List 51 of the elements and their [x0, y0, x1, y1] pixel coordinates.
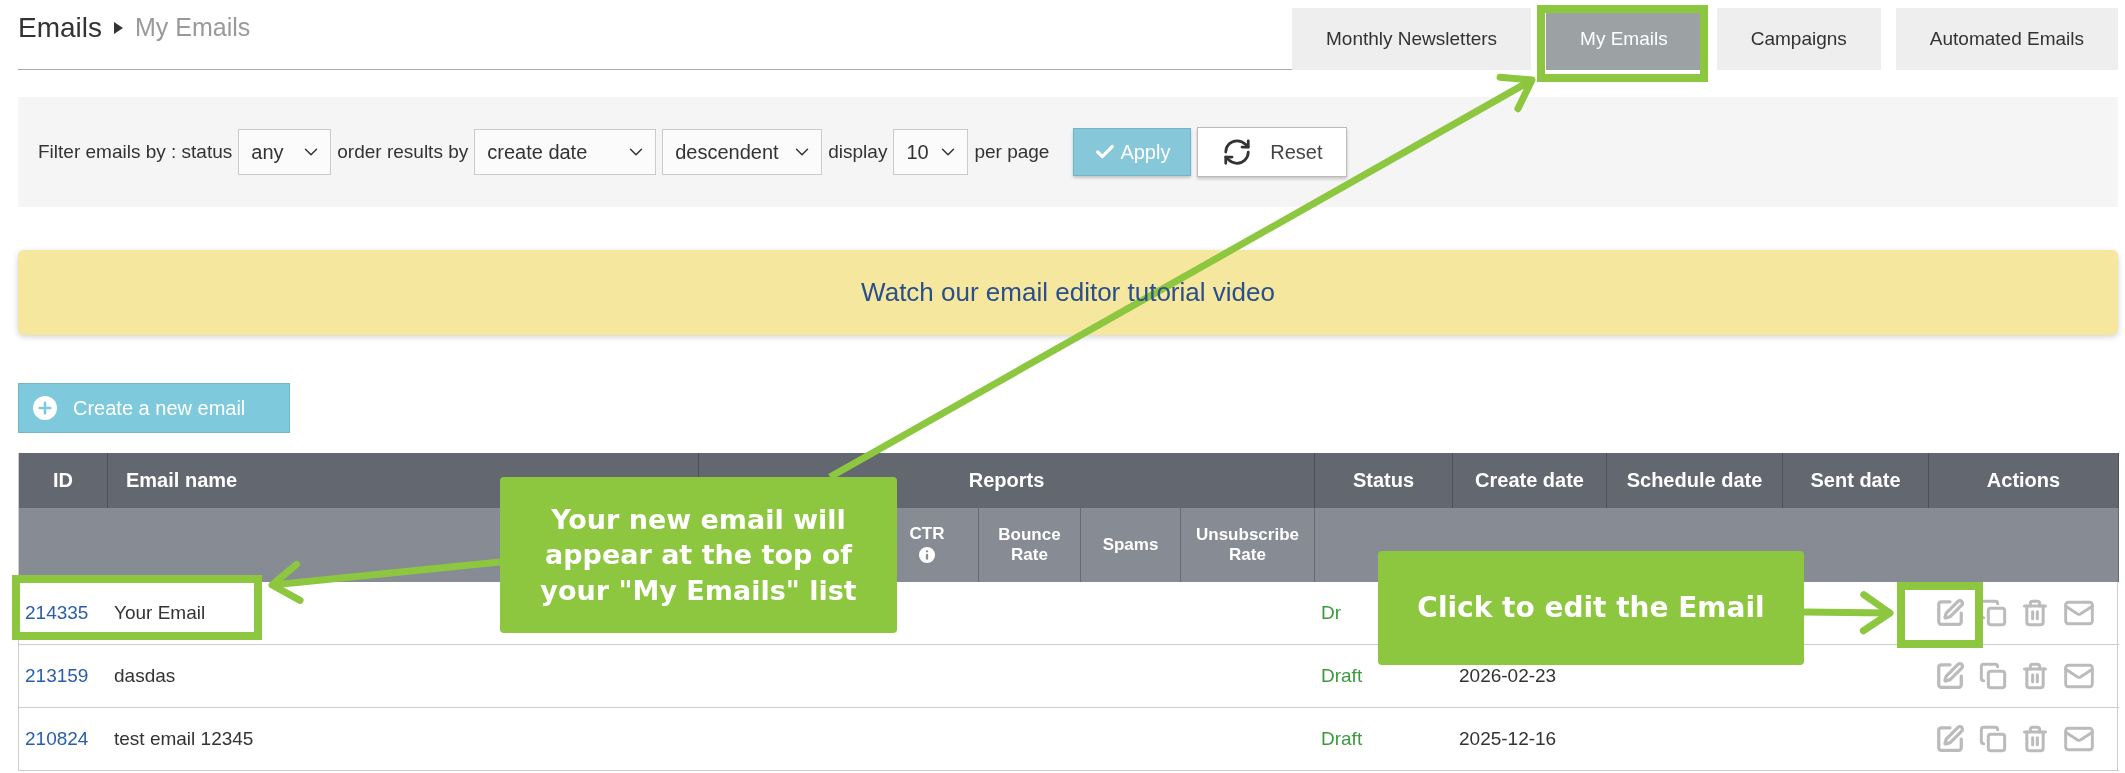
per-page-select[interactable]: 10 — [893, 129, 969, 175]
email-name: test email 12345 — [114, 728, 254, 750]
tab[interactable]: Monthly Newsletters — [1292, 8, 1532, 70]
email-name: dasdas — [114, 665, 176, 687]
filter-label: display — [828, 141, 888, 163]
column-header: ID — [19, 453, 108, 508]
callout-note: Your new email will appear at the top of your "My Emails" list — [500, 477, 897, 633]
edit-icon[interactable] — [1935, 661, 1965, 691]
reset-button[interactable]: Reset — [1197, 127, 1348, 177]
filter-label: order results by — [337, 141, 469, 163]
breadcrumb-current: My Emails — [135, 13, 251, 42]
column-header: Schedule date — [1607, 453, 1783, 508]
copy-icon[interactable] — [1979, 662, 2007, 690]
refresh-icon — [1222, 137, 1253, 167]
filter-label: per page — [974, 141, 1050, 163]
edit-icon[interactable] — [1935, 724, 1965, 754]
callout-note: Click to edit the Email — [1378, 551, 1804, 665]
email-name: Your Email — [114, 602, 206, 624]
filter-label: Filter emails by : status — [38, 141, 233, 163]
trash-icon[interactable] — [2021, 725, 2049, 753]
plus-icon — [33, 396, 57, 420]
column-header: Spams — [1102, 535, 1159, 555]
tutorial-link[interactable]: Watch our email editor tutorial video — [861, 277, 1275, 308]
status-text: Draft — [1321, 728, 1363, 750]
status-text: Draft — [1321, 665, 1363, 687]
info-icon[interactable] — [916, 544, 938, 566]
trash-icon[interactable] — [2021, 662, 2049, 690]
tab[interactable]: Automated Emails — [1895, 8, 2118, 70]
caret-icon — [114, 21, 123, 34]
create-date: 2026-02-23 — [1459, 665, 1557, 687]
copy-icon[interactable] — [1979, 725, 2007, 753]
column-header: Sent date — [1783, 453, 1929, 508]
tab[interactable]: Campaigns — [1716, 8, 1881, 70]
status-text: Dr — [1321, 602, 1342, 624]
order-select[interactable]: create date — [474, 129, 657, 175]
column-header: Unsubscribe Rate — [1195, 525, 1300, 565]
email-id-link[interactable]: 213159 — [25, 665, 89, 687]
create-date: 2025-12-16 — [1459, 728, 1557, 750]
status-select[interactable]: any — [238, 129, 332, 175]
tutorial-banner[interactable]: Watch our email editor tutorial video — [18, 250, 2118, 335]
edit-icon[interactable] — [1935, 598, 1965, 628]
column-header: Status — [1315, 453, 1453, 508]
column-header: CTR — [909, 524, 945, 544]
column-header: Create date — [1453, 453, 1607, 508]
page-title: Emails — [18, 11, 102, 44]
email-id-link[interactable]: 214335 — [25, 602, 89, 624]
trash-icon[interactable] — [2021, 599, 2049, 627]
email-id-link[interactable]: 210824 — [25, 728, 89, 750]
column-header: Actions — [1929, 453, 2119, 508]
direction-select[interactable]: descendent — [662, 129, 823, 175]
column-header: Bounce Rate — [997, 525, 1062, 565]
